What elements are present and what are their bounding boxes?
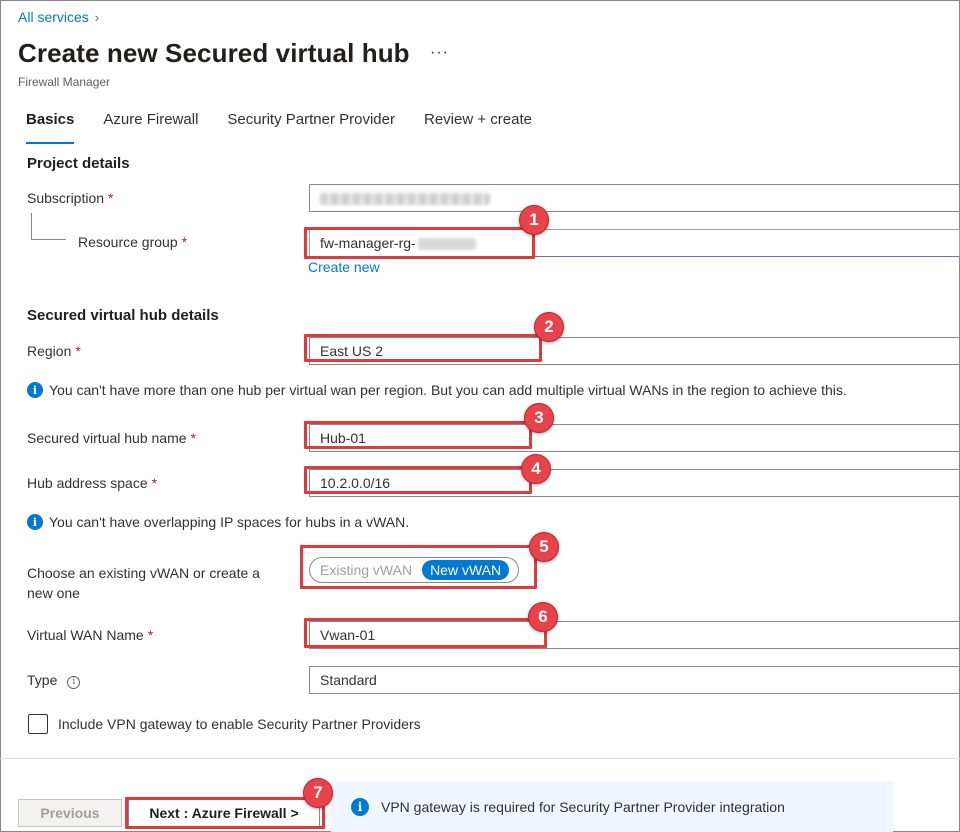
required-marker: * [108,190,114,206]
redacted-subscription [320,193,490,206]
vpn-gateway-checkbox-label: Include VPN gateway to enable Security P… [58,716,421,732]
tab-bar: Basics Azure Firewall Security Partner P… [18,110,553,146]
info-icon: i [27,514,43,530]
info-icon: i [351,797,369,816]
breadcrumb: All services › [18,9,99,25]
subscription-label-text: Subscription [27,190,105,206]
more-options-icon[interactable]: ··· [430,44,449,62]
type-value: Standard [320,672,377,688]
resource-group-label: Resource group * [78,234,187,250]
hub-address-label-text: Hub address space [27,475,148,491]
callout-badge-3: 3 [524,403,554,433]
project-details-heading: Project details [27,155,130,172]
callout-badge-1: 1 [519,205,549,235]
hub-address-label: Hub address space * [27,475,157,491]
tab-basics[interactable]: Basics [18,110,82,144]
vpn-notice-text: VPN gateway is required for Security Par… [381,798,785,815]
tab-security-partner-provider[interactable]: Security Partner Provider [219,110,403,144]
hub-details-heading: Secured virtual hub details [27,307,219,324]
hub-name-label-text: Secured virtual hub name [27,430,187,446]
callout-badge-4: 4 [521,454,551,484]
page-title: Create new Secured virtual hub [18,38,410,68]
info-outline-icon[interactable]: i [67,675,81,689]
required-marker: * [147,627,154,643]
vpn-gateway-checkbox[interactable] [28,714,48,734]
callout-box-2 [304,334,542,362]
subscription-label: Subscription * [27,190,114,206]
vpn-notice-banner: i VPN gateway is required for Security P… [331,781,893,832]
type-select[interactable]: Standard [309,666,960,694]
required-marker: * [181,234,188,250]
chevron-right-icon: › [94,9,100,25]
hub-name-label: Secured virtual hub name * [27,430,196,446]
callout-box-5 [300,545,537,589]
callout-badge-5: 5 [529,532,559,562]
create-new-link[interactable]: Create new [308,259,380,275]
callout-box-3 [304,421,532,449]
type-label: Type i [27,672,81,689]
info-icon: i [27,382,43,398]
region-label: Region * [27,343,81,359]
callout-box-4 [304,466,532,494]
vwan-name-label: Virtual WAN Name * [27,627,153,643]
region-info: i You can't have more than one hub per v… [27,382,847,398]
vwan-choice-label: Choose an existing vWAN or create a new … [27,565,260,601]
resource-group-label-text: Resource group [78,234,178,250]
address-info: i You can't have overlapping IP spaces f… [27,514,409,530]
required-marker: * [151,475,158,491]
callout-box-1 [304,227,535,259]
subscription-select[interactable] [309,184,960,212]
address-info-text: You can't have overlapping IP spaces for… [49,514,410,530]
tab-azure-firewall[interactable]: Azure Firewall [95,110,206,144]
footer-divider [0,758,960,759]
callout-badge-6: 6 [528,602,558,632]
callout-box-7 [125,797,325,829]
callout-box-6 [304,618,547,648]
vwan-name-label-text: Virtual WAN Name [27,627,144,643]
callout-badge-7: 7 [303,778,333,808]
region-label-text: Region [27,343,72,359]
page-subtitle: Firewall Manager [18,75,111,89]
required-marker: * [190,430,196,446]
breadcrumb-all-services-link[interactable]: All services [18,9,89,25]
callout-badge-2: 2 [534,312,564,342]
tree-connector [31,213,66,240]
tab-review-create[interactable]: Review + create [416,110,540,144]
region-info-text: You can't have more than one hub per vir… [49,382,847,398]
previous-button[interactable]: Previous [18,799,122,827]
required-marker: * [75,343,81,359]
type-label-text: Type [27,672,58,688]
